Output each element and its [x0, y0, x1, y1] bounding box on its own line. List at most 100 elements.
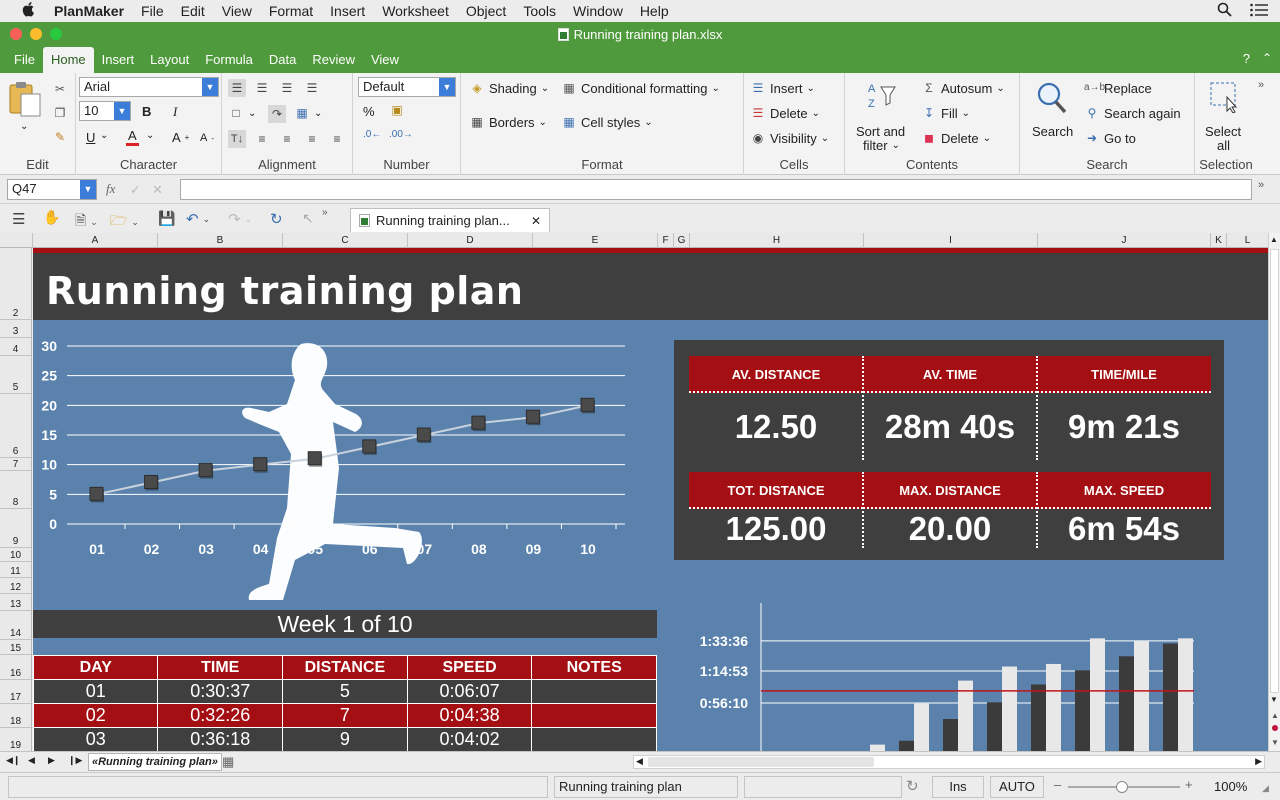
row-header-14[interactable]: 14 — [0, 611, 31, 640]
scrollbar-thumb[interactable] — [1270, 249, 1279, 693]
justify-icon[interactable]: ≡ — [329, 131, 345, 147]
hand-tool-icon[interactable]: ✋ — [43, 209, 60, 226]
column-header-a[interactable]: A — [33, 233, 158, 248]
tab-home[interactable]: Home — [42, 47, 94, 73]
apple-icon[interactable] — [20, 2, 36, 20]
next-sheet-icon[interactable]: ▶ — [48, 755, 55, 766]
visibility-button[interactable]: ◉ Visibility ⌄ — [750, 130, 829, 146]
zoom-in-icon[interactable]: + — [1185, 777, 1193, 792]
vertical-scrollbar[interactable]: ▲ ▼ ▲ ▼ — [1268, 233, 1280, 751]
go-to-button[interactable]: ➜ Go to — [1084, 130, 1136, 146]
conditional-formatting-button[interactable]: ▦ Conditional formatting ⌄ — [561, 80, 720, 96]
bold-button[interactable]: B — [142, 104, 151, 119]
delete-contents-button[interactable]: ◼ Delete ⌄ — [921, 130, 991, 146]
chevron-down-icon[interactable]: ⌄ — [146, 130, 154, 141]
column-header-l[interactable]: L — [1227, 233, 1268, 248]
align-left-icon[interactable]: ≡ — [254, 131, 270, 147]
row-header-17[interactable]: 17 — [0, 680, 31, 704]
select-all-icon[interactable] — [1209, 81, 1241, 113]
horizontal-scrollbar[interactable]: ◀ ▶ — [633, 755, 1265, 769]
align-middle-icon[interactable]: ☰ — [254, 80, 270, 96]
formula-input[interactable] — [180, 179, 1252, 200]
font-color-button[interactable]: A — [126, 128, 139, 146]
tab-view[interactable]: View — [363, 47, 407, 73]
column-header-g[interactable]: G — [674, 233, 690, 248]
horizontal-scrollbar-thumb[interactable] — [648, 757, 874, 767]
tab-formula[interactable]: Formula — [197, 47, 261, 73]
table-cell[interactable]: 7 — [282, 703, 408, 728]
currency-icon[interactable]: ▣ — [389, 102, 405, 118]
cut-icon[interactable]: ✂ — [52, 81, 68, 97]
autosum-button[interactable]: Σ Autosum ⌄ — [921, 80, 1004, 96]
help-button[interactable]: ? — [1243, 51, 1250, 66]
table-cell[interactable]: 0:32:26 — [157, 703, 284, 728]
align-bottom-icon[interactable]: ☰ — [279, 80, 295, 96]
borders-button[interactable]: ▦ Borders ⌄ — [469, 114, 547, 130]
new-document-icon[interactable]: 🗎 ⌄ — [75, 210, 98, 234]
select-all-label-2[interactable]: all — [1217, 138, 1230, 153]
next-page-icon[interactable]: ▼ — [1271, 738, 1279, 747]
insert-cells-button[interactable]: ☰ Insert ⌄ — [750, 80, 815, 96]
search-again-button[interactable]: ⚲ Search again — [1084, 105, 1181, 121]
table-cell[interactable] — [531, 727, 657, 751]
zoom-level[interactable]: 100% — [1214, 779, 1247, 794]
previous-sheet-icon[interactable]: ◀ — [28, 755, 35, 766]
tab-layout[interactable]: Layout — [142, 47, 197, 73]
auto-calc-indicator[interactable]: AUTO — [990, 776, 1044, 798]
row-header-13[interactable]: 13 — [0, 594, 31, 611]
save-icon[interactable]: 💾 — [158, 210, 175, 227]
increase-decimal-icon[interactable]: .00→ — [389, 129, 413, 140]
function-wizard-button[interactable]: fx — [106, 181, 115, 197]
column-header-b[interactable]: B — [158, 233, 283, 248]
table-header-day[interactable]: DAY — [33, 655, 159, 680]
delete-cells-button[interactable]: ☰ Delete ⌄ — [750, 105, 820, 121]
sheet-tab-running-training-plan[interactable]: «Running training plan» — [88, 753, 222, 771]
column-header-k[interactable]: K — [1211, 233, 1227, 248]
last-sheet-icon[interactable]: ❙▶ — [68, 755, 82, 766]
row-header-3[interactable]: 3 — [0, 320, 31, 338]
search-button[interactable]: Search — [1032, 124, 1073, 139]
table-cell[interactable]: 0:04:02 — [406, 727, 533, 751]
table-cell[interactable]: 5 — [282, 679, 408, 704]
chevron-down-icon[interactable]: ⌄ — [100, 130, 108, 141]
grow-font-button[interactable]: A + — [172, 130, 189, 145]
table-cell[interactable]: 0:06:07 — [406, 679, 533, 704]
scroll-down-icon[interactable]: ▼ — [1270, 695, 1278, 704]
font-size-select[interactable]: 10 ▼ — [79, 101, 131, 121]
row-header-9[interactable]: 9 — [0, 509, 31, 548]
paste-icon[interactable] — [8, 81, 42, 117]
replace-button[interactable]: a→b Replace — [1084, 80, 1152, 96]
menu-worksheet[interactable]: Worksheet — [382, 3, 449, 19]
zoom-slider[interactable] — [1068, 781, 1180, 793]
row-header-10[interactable]: 10 — [0, 548, 31, 562]
row-header-2[interactable]: 2 — [0, 248, 31, 320]
previous-page-icon[interactable]: ▲ — [1271, 711, 1279, 720]
tab-file[interactable]: File — [6, 47, 43, 73]
table-header-distance[interactable]: DISTANCE — [282, 655, 408, 680]
cell-reference-input[interactable]: Q47 ▼ — [7, 179, 97, 200]
row-header-8[interactable]: 8 — [0, 471, 31, 509]
ribbon-overflow-icon[interactable]: » — [1258, 79, 1264, 91]
collapse-ribbon-icon[interactable]: ⌃ — [1262, 51, 1272, 65]
pointer-tool-icon[interactable]: ↖ — [302, 210, 314, 227]
text-direction-icon[interactable]: T↓ — [228, 130, 246, 148]
number-format-select[interactable]: Default ▼ — [358, 77, 456, 97]
table-header-time[interactable]: TIME — [157, 655, 284, 680]
row-header-15[interactable]: 15 — [0, 640, 31, 655]
format-painter-icon[interactable]: ✎ — [52, 129, 68, 145]
shrink-font-button[interactable]: A- — [200, 132, 214, 144]
menu-format[interactable]: Format — [269, 3, 313, 19]
add-sheet-icon[interactable]: ▦ — [222, 754, 234, 770]
menu-insert[interactable]: Insert — [330, 3, 365, 19]
menu-edit[interactable]: Edit — [181, 3, 205, 19]
table-cell[interactable]: 9 — [282, 727, 408, 751]
recalculate-icon[interactable]: ↻ — [906, 777, 919, 795]
row-header-18[interactable]: 18 — [0, 704, 31, 728]
zoom-out-icon[interactable]: – — [1054, 777, 1061, 792]
row-header-19[interactable]: 19 — [0, 728, 31, 751]
font-name-select[interactable]: Arial ▼ — [79, 77, 219, 97]
row-header-16[interactable]: 16 — [0, 655, 31, 680]
select-all-corner[interactable] — [0, 233, 33, 248]
formula-overflow-icon[interactable]: » — [1258, 179, 1264, 191]
close-tab-icon[interactable]: ✕ — [531, 214, 541, 228]
